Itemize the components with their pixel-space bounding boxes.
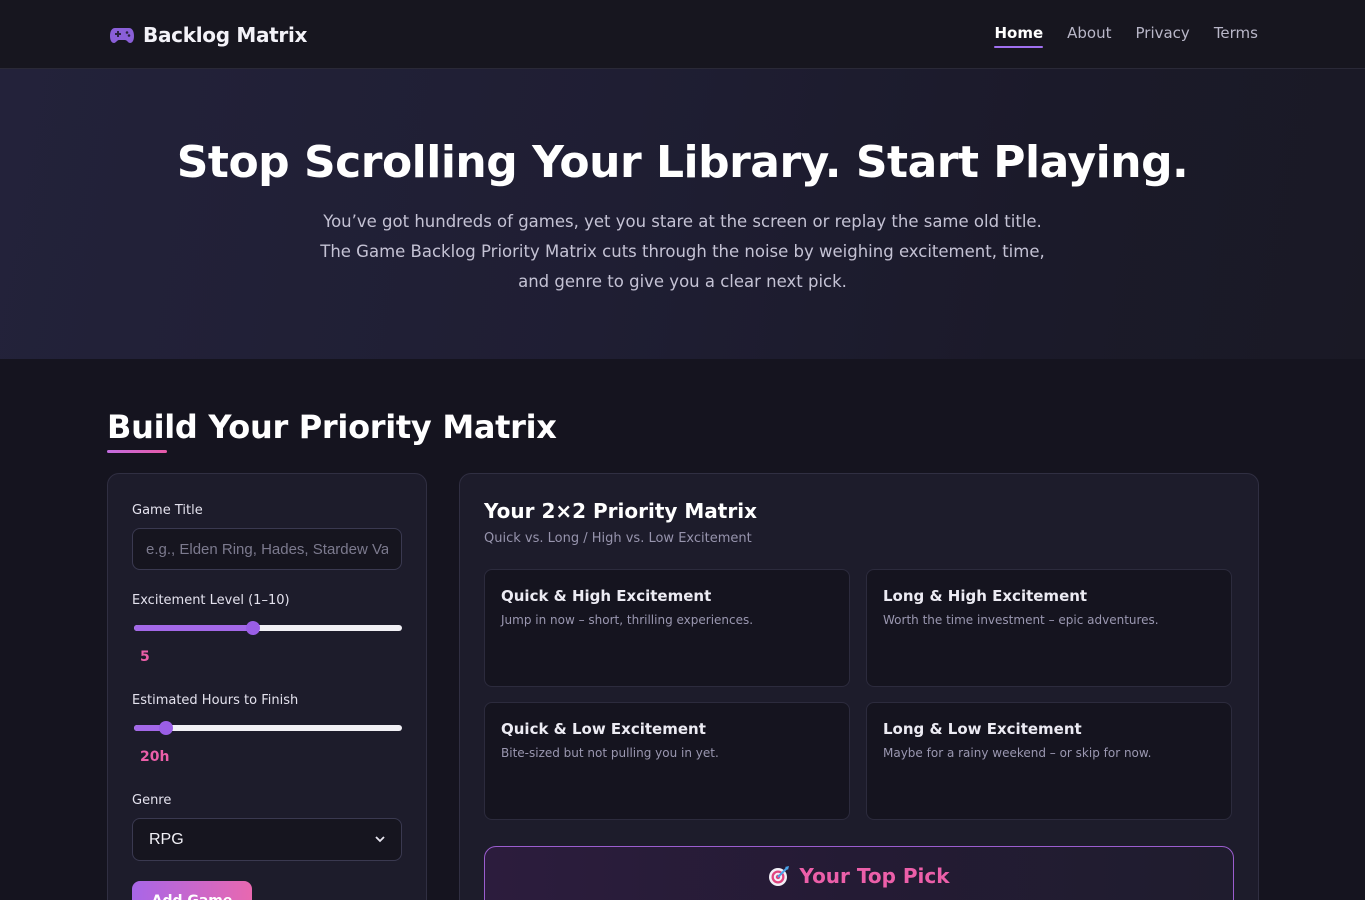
- quadrant-quick-low[interactable]: Quick & Low Excitement Bite-sized but no…: [484, 702, 850, 820]
- nav-links: Home About Privacy Terms: [970, 24, 1258, 48]
- excitement-slider[interactable]: [134, 621, 402, 635]
- hours-slider[interactable]: [134, 721, 402, 735]
- genre-select[interactable]: RPG: [132, 818, 402, 861]
- game-title-label: Game Title: [132, 503, 203, 518]
- brand-name: Backlog Matrix: [143, 23, 308, 47]
- top-navbar: Backlog Matrix Home About Privacy Terms: [0, 0, 1365, 69]
- quadrant-title: Long & High Excitement: [883, 587, 1088, 605]
- quadrant-long-high[interactable]: Long & High Excitement Worth the time in…: [866, 569, 1232, 687]
- hero-subtitle: You’ve got hundreds of games, yet you st…: [320, 212, 1045, 291]
- nav-link-privacy[interactable]: Privacy: [1136, 24, 1190, 48]
- excitement-label: Excitement Level (1–10): [132, 593, 290, 608]
- top-pick-title: Your Top Pick: [799, 864, 950, 888]
- top-pick-panel: Your Top Pick: [484, 846, 1234, 900]
- nav-link-home[interactable]: Home: [994, 24, 1043, 48]
- hero-title: Stop Scrolling Your Library. Start Playi…: [176, 137, 1189, 188]
- quadrant-long-low[interactable]: Long & Low Excitement Maybe for a rainy …: [866, 702, 1232, 820]
- quadrant-title: Quick & High Excitement: [501, 587, 712, 605]
- matrix-title: Your 2×2 Priority Matrix: [484, 499, 757, 523]
- nav-link-terms[interactable]: Terms: [1214, 24, 1258, 48]
- quadrant-title: Quick & Low Excitement: [501, 720, 706, 738]
- hours-label: Estimated Hours to Finish: [132, 693, 299, 708]
- top-pick-header: Your Top Pick: [485, 864, 1233, 888]
- priority-matrix-card: Your 2×2 Priority Matrix Quick vs. Long …: [459, 473, 1259, 900]
- section-underline: [107, 450, 167, 453]
- brand-logo[interactable]: Backlog Matrix: [110, 20, 307, 50]
- hours-slider-thumb[interactable]: [158, 721, 173, 735]
- excitement-value: 5: [140, 649, 150, 665]
- genre-label: Genre: [132, 793, 172, 808]
- game-title-input[interactable]: [132, 528, 402, 570]
- hero-section: Stop Scrolling Your Library. Start Playi…: [0, 69, 1365, 359]
- quadrant-description: Bite-sized but not pulling you in yet.: [501, 746, 719, 760]
- quadrant-quick-high[interactable]: Quick & High Excitement Jump in now – sh…: [484, 569, 850, 687]
- excitement-slider-thumb[interactable]: [245, 621, 260, 635]
- nav-link-about[interactable]: About: [1067, 24, 1111, 48]
- quadrant-description: Maybe for a rainy weekend – or skip for …: [883, 746, 1152, 760]
- gamepad-icon: [110, 28, 134, 43]
- target-icon: [769, 866, 790, 886]
- quadrant-description: Worth the time investment – epic adventu…: [883, 613, 1159, 627]
- excitement-slider-fill: [134, 625, 253, 631]
- quadrant-description: Jump in now – short, thrilling experienc…: [501, 613, 754, 627]
- section-title: Build Your Priority Matrix: [107, 408, 557, 446]
- chevron-down-icon: [375, 836, 385, 843]
- hours-value: 20h: [140, 749, 170, 765]
- add-game-form: Game Title Excitement Level (1–10) 5 Est…: [107, 473, 427, 900]
- genre-select-value: RPG: [149, 830, 184, 848]
- quadrant-title: Long & Low Excitement: [883, 720, 1082, 738]
- matrix-subtitle: Quick vs. Long / High vs. Low Excitement: [484, 531, 752, 546]
- add-game-button[interactable]: Add Game: [132, 881, 252, 900]
